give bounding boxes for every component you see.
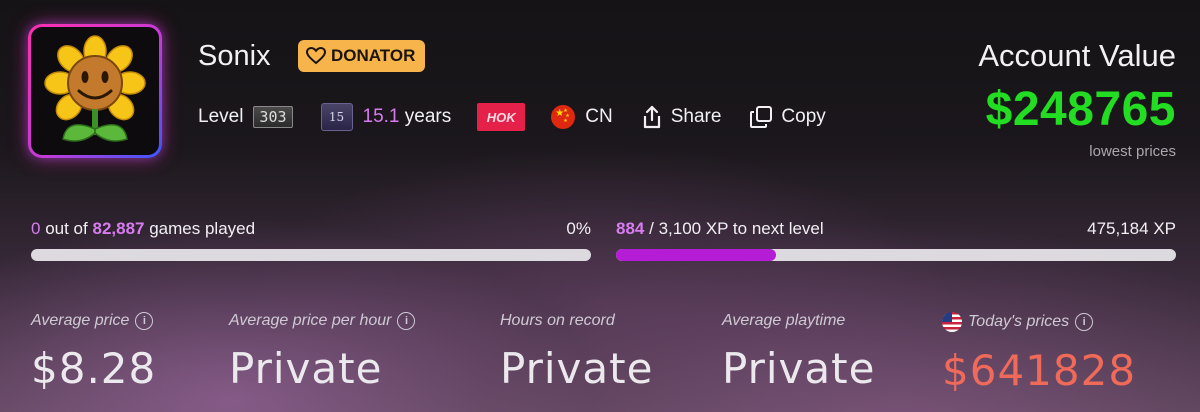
hok-badge-icon: HOK bbox=[477, 103, 526, 131]
xp-progress-bar bbox=[616, 249, 1176, 261]
stat-label: Hours on record bbox=[500, 312, 615, 329]
info-icon[interactable]: i bbox=[135, 312, 154, 330]
badge-label: DONATOR bbox=[331, 46, 416, 65]
copy-button[interactable]: Copy bbox=[749, 105, 826, 129]
games-progress-bar bbox=[31, 249, 591, 261]
xp-separator: / bbox=[649, 219, 654, 238]
years-unit: years bbox=[404, 106, 452, 127]
years-number: 15.1 bbox=[362, 106, 400, 127]
info-icon[interactable]: i bbox=[397, 312, 416, 330]
account-value: $248765 bbox=[985, 83, 1176, 136]
share-button[interactable]: Share bbox=[641, 105, 722, 129]
donator-badge: DONATOR bbox=[298, 40, 426, 72]
stat-todays-prices: Today's prices i $641828 bbox=[942, 312, 1136, 395]
games-total: 82,887 bbox=[92, 219, 145, 238]
profile-page: Sonix DONATOR Level 303 15 15.1 years HO… bbox=[0, 0, 1200, 412]
years-info: 15 15.1 years bbox=[293, 103, 452, 131]
games-text-end: games played bbox=[149, 219, 256, 238]
meta-row: Level 303 15 15.1 years HOK ★ ★ ★ ★ CN S… bbox=[198, 100, 826, 134]
xp-progress-fill bbox=[616, 249, 776, 261]
stat-value: $641828 bbox=[942, 346, 1137, 395]
stat-average-price-per-hour: Average price per hour i Private bbox=[229, 312, 416, 393]
xp-current: 884 bbox=[616, 219, 645, 238]
stat-value: Private bbox=[229, 344, 383, 393]
account-value-title: Account Value bbox=[978, 38, 1176, 73]
info-icon[interactable]: i bbox=[1075, 313, 1094, 331]
xp-progress-label: 884 / 3,100 XP to next level bbox=[616, 219, 824, 239]
share-icon bbox=[643, 105, 660, 129]
stat-value: $8.28 bbox=[31, 344, 157, 393]
level-badge: 303 bbox=[253, 106, 293, 128]
stat-label: Today's prices bbox=[968, 313, 1070, 330]
stat-average-price: Average price i $8.28 bbox=[31, 312, 156, 393]
stat-value: Private bbox=[722, 344, 876, 393]
stat-label: Average price bbox=[31, 312, 130, 329]
xp-rest: 3,100 XP to next level bbox=[658, 219, 824, 238]
country-code: CN bbox=[585, 106, 613, 127]
level-info: Level 303 bbox=[198, 106, 293, 128]
copy-label: Copy bbox=[781, 106, 826, 127]
us-flag-icon bbox=[942, 312, 962, 332]
country-info: ★ ★ ★ ★ CN bbox=[525, 105, 613, 129]
games-percent: 0% bbox=[566, 219, 591, 238]
username: Sonix bbox=[198, 40, 271, 72]
games-played-count: 0 bbox=[31, 219, 41, 238]
account-value-subtitle: lowest prices bbox=[1089, 143, 1176, 160]
games-text-mid: out of bbox=[45, 219, 88, 238]
heart-icon bbox=[306, 47, 326, 65]
stat-hours-on-record: Hours on record Private bbox=[500, 312, 653, 393]
stat-label: Average price per hour bbox=[229, 312, 392, 329]
avatar[interactable] bbox=[28, 24, 162, 158]
share-label: Share bbox=[670, 106, 722, 127]
level-label: Level bbox=[198, 106, 244, 127]
stat-value: Private bbox=[500, 344, 654, 393]
cn-flag-icon: ★ ★ ★ ★ bbox=[551, 105, 576, 129]
stat-average-playtime: Average playtime Private bbox=[722, 312, 875, 393]
sunflower-avatar bbox=[44, 35, 146, 142]
games-progress-label: 0 out of 82,887 games played bbox=[31, 219, 255, 239]
copy-icon bbox=[750, 106, 773, 128]
years-badge-icon: 15 bbox=[320, 103, 353, 131]
xp-total: 475,184 XP bbox=[1087, 219, 1176, 238]
stat-label: Average playtime bbox=[722, 312, 846, 329]
